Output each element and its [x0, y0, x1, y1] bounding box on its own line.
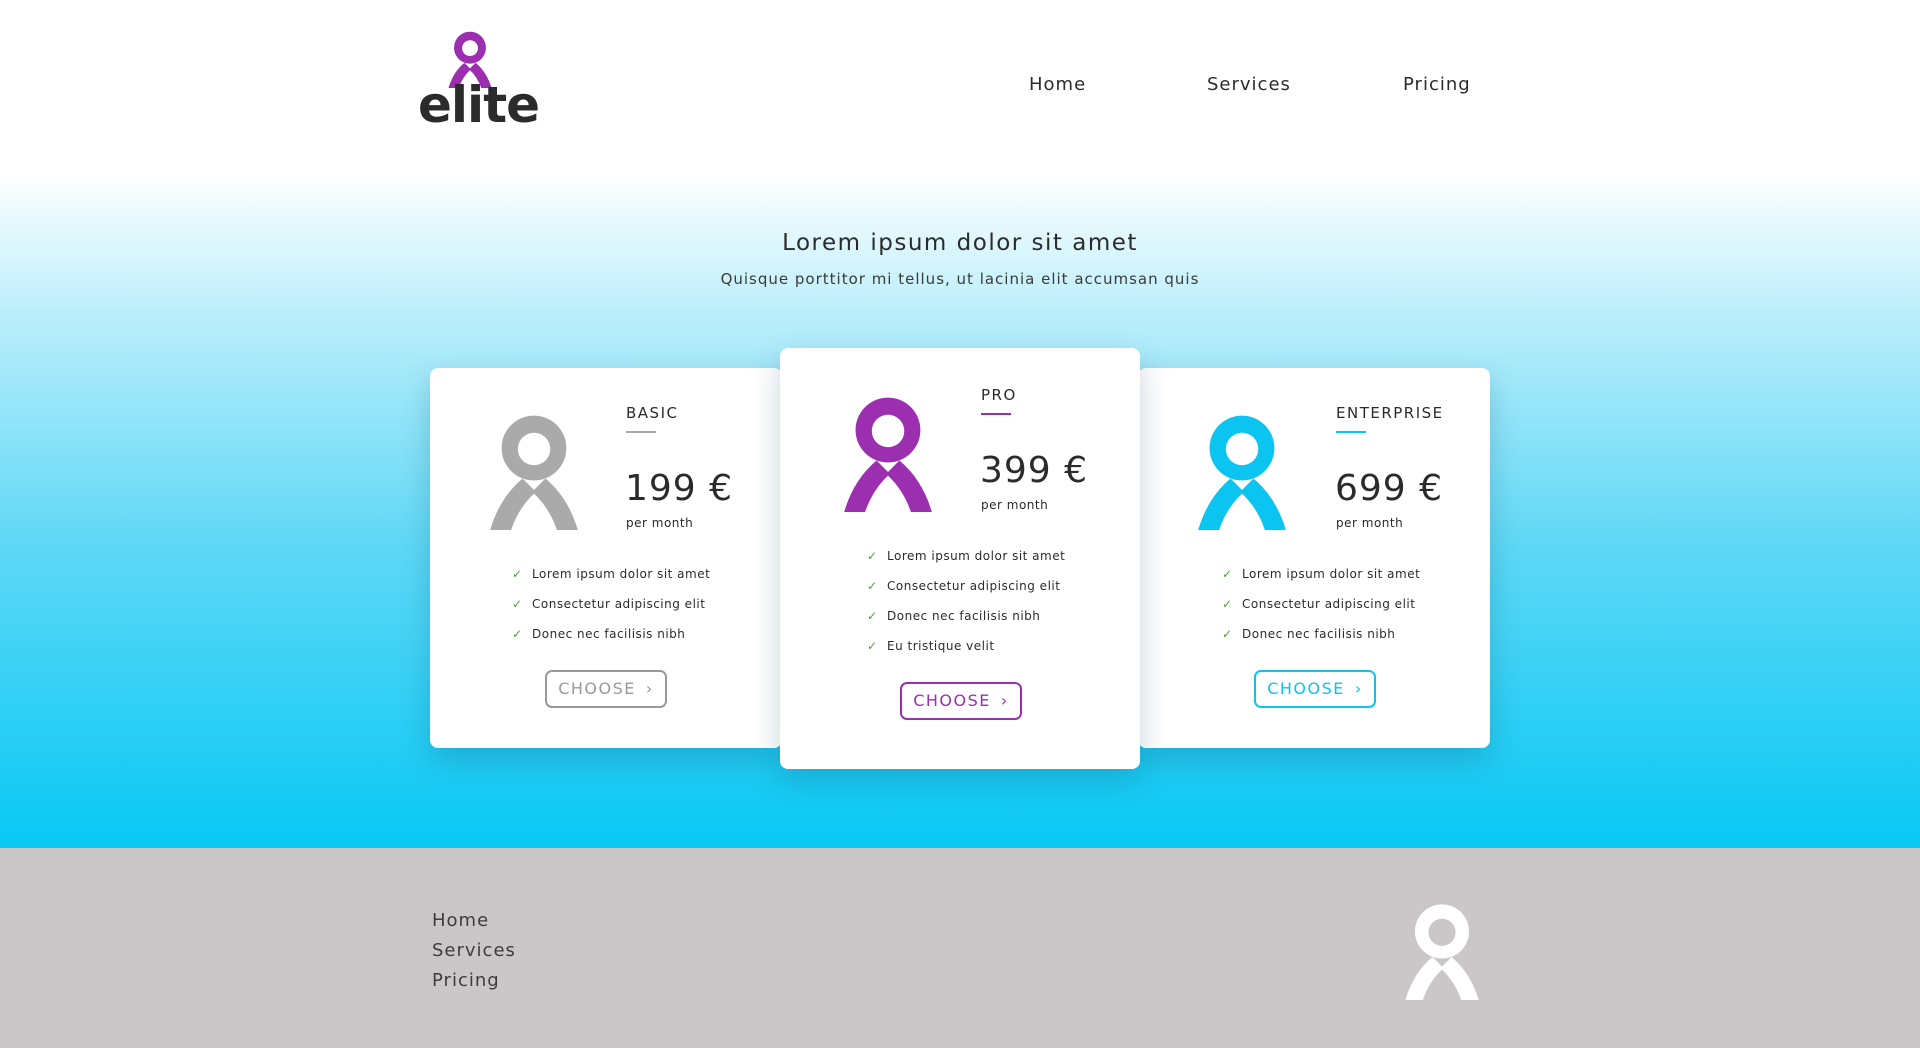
plan-period: per month [981, 498, 1049, 512]
plan-divider [1336, 431, 1366, 433]
check-icon: ✓ [867, 549, 878, 563]
plan-card-enterprise: ENTERPRISE 699 € per month ✓ Lorem ipsum … [1138, 368, 1490, 748]
pricing-section: Lorem ipsum dolor sit amet Quisque portt… [0, 170, 1920, 848]
footer-services-link[interactable]: Services [432, 940, 516, 961]
check-icon: ✓ [867, 609, 878, 623]
section-subtitle: Quisque porttitor mi tellus, ut lacinia … [720, 270, 1200, 288]
check-icon: ✓ [867, 579, 878, 593]
feature-item: ✓ Consectetur adipiscing elit [1222, 597, 1416, 611]
plan-price: 199 € [625, 468, 734, 509]
ribbon-logo-icon [840, 390, 936, 512]
feature-item: ✓ Consectetur adipiscing elit [867, 579, 1061, 593]
ribbon-logo-icon [1402, 898, 1482, 1000]
choose-enterprise-button[interactable]: CHOOSE › [1254, 670, 1376, 708]
check-icon: ✓ [1222, 597, 1233, 611]
check-icon: ✓ [1222, 627, 1233, 641]
nav-services-link[interactable]: Services [1207, 74, 1291, 95]
feature-item: ✓ Donec nec facilisis nibh [512, 627, 686, 641]
plan-name: ENTERPRISE [1336, 404, 1444, 422]
plan-card-basic: BASIC 199 € per month ✓ Lorem ipsum dolor… [430, 368, 782, 748]
feature-item: ✓ Consectetur adipiscing elit [512, 597, 706, 611]
nav-home-link[interactable]: Home [1029, 74, 1086, 95]
site-footer: Home Services Pricing [0, 848, 1920, 1048]
plan-period: per month [1336, 516, 1404, 530]
plan-price: 399 € [980, 450, 1089, 491]
button-label: CHOOSE [913, 691, 991, 710]
brand-wordmark: elite [418, 76, 540, 134]
plan-name: BASIC [626, 404, 679, 422]
ribbon-logo-icon [486, 408, 582, 530]
feature-item: ✓ Eu tristique velit [867, 639, 995, 653]
plan-price: 699 € [1335, 468, 1444, 509]
check-icon: ✓ [512, 627, 523, 641]
ribbon-logo-icon [1194, 408, 1290, 530]
plan-name: PRO [981, 386, 1017, 404]
feature-item: ✓ Donec nec facilisis nibh [867, 609, 1041, 623]
brand-logo[interactable]: elite [418, 28, 540, 136]
nav-pricing-link[interactable]: Pricing [1403, 74, 1471, 95]
chevron-right-icon: › [1354, 679, 1363, 698]
chevron-right-icon: › [645, 679, 654, 698]
feature-item: ✓ Lorem ipsum dolor sit amet [867, 549, 1066, 563]
button-label: CHOOSE [558, 679, 636, 698]
feature-list: ✓ Lorem ipsum dolor sit amet ✓ Consectetur… [867, 549, 1065, 669]
site-header: elite Home Services Pricing [0, 0, 1920, 170]
chevron-right-icon: › [1000, 691, 1009, 710]
feature-item: ✓ Lorem ipsum dolor sit amet [1222, 567, 1421, 581]
section-title: Lorem ipsum dolor sit amet [782, 230, 1138, 256]
feature-item: ✓ Donec nec facilisis nibh [1222, 627, 1396, 641]
feature-item: ✓ Lorem ipsum dolor sit amet [512, 567, 711, 581]
plan-divider [981, 413, 1011, 415]
check-icon: ✓ [512, 597, 523, 611]
footer-pricing-link[interactable]: Pricing [432, 970, 500, 991]
plan-card-pro: PRO 399 € per month ✓ Lorem ipsum dolor s… [780, 348, 1140, 769]
check-icon: ✓ [867, 639, 878, 653]
check-icon: ✓ [1222, 567, 1233, 581]
check-icon: ✓ [512, 567, 523, 581]
feature-list: ✓ Lorem ipsum dolor sit amet ✓ Consectetur… [512, 567, 710, 657]
feature-list: ✓ Lorem ipsum dolor sit amet ✓ Consectetur… [1222, 567, 1420, 657]
footer-home-link[interactable]: Home [432, 910, 489, 931]
choose-basic-button[interactable]: CHOOSE › [545, 670, 667, 708]
choose-pro-button[interactable]: CHOOSE › [900, 682, 1022, 720]
plan-period: per month [626, 516, 694, 530]
plan-divider [626, 431, 656, 433]
button-label: CHOOSE [1267, 679, 1345, 698]
